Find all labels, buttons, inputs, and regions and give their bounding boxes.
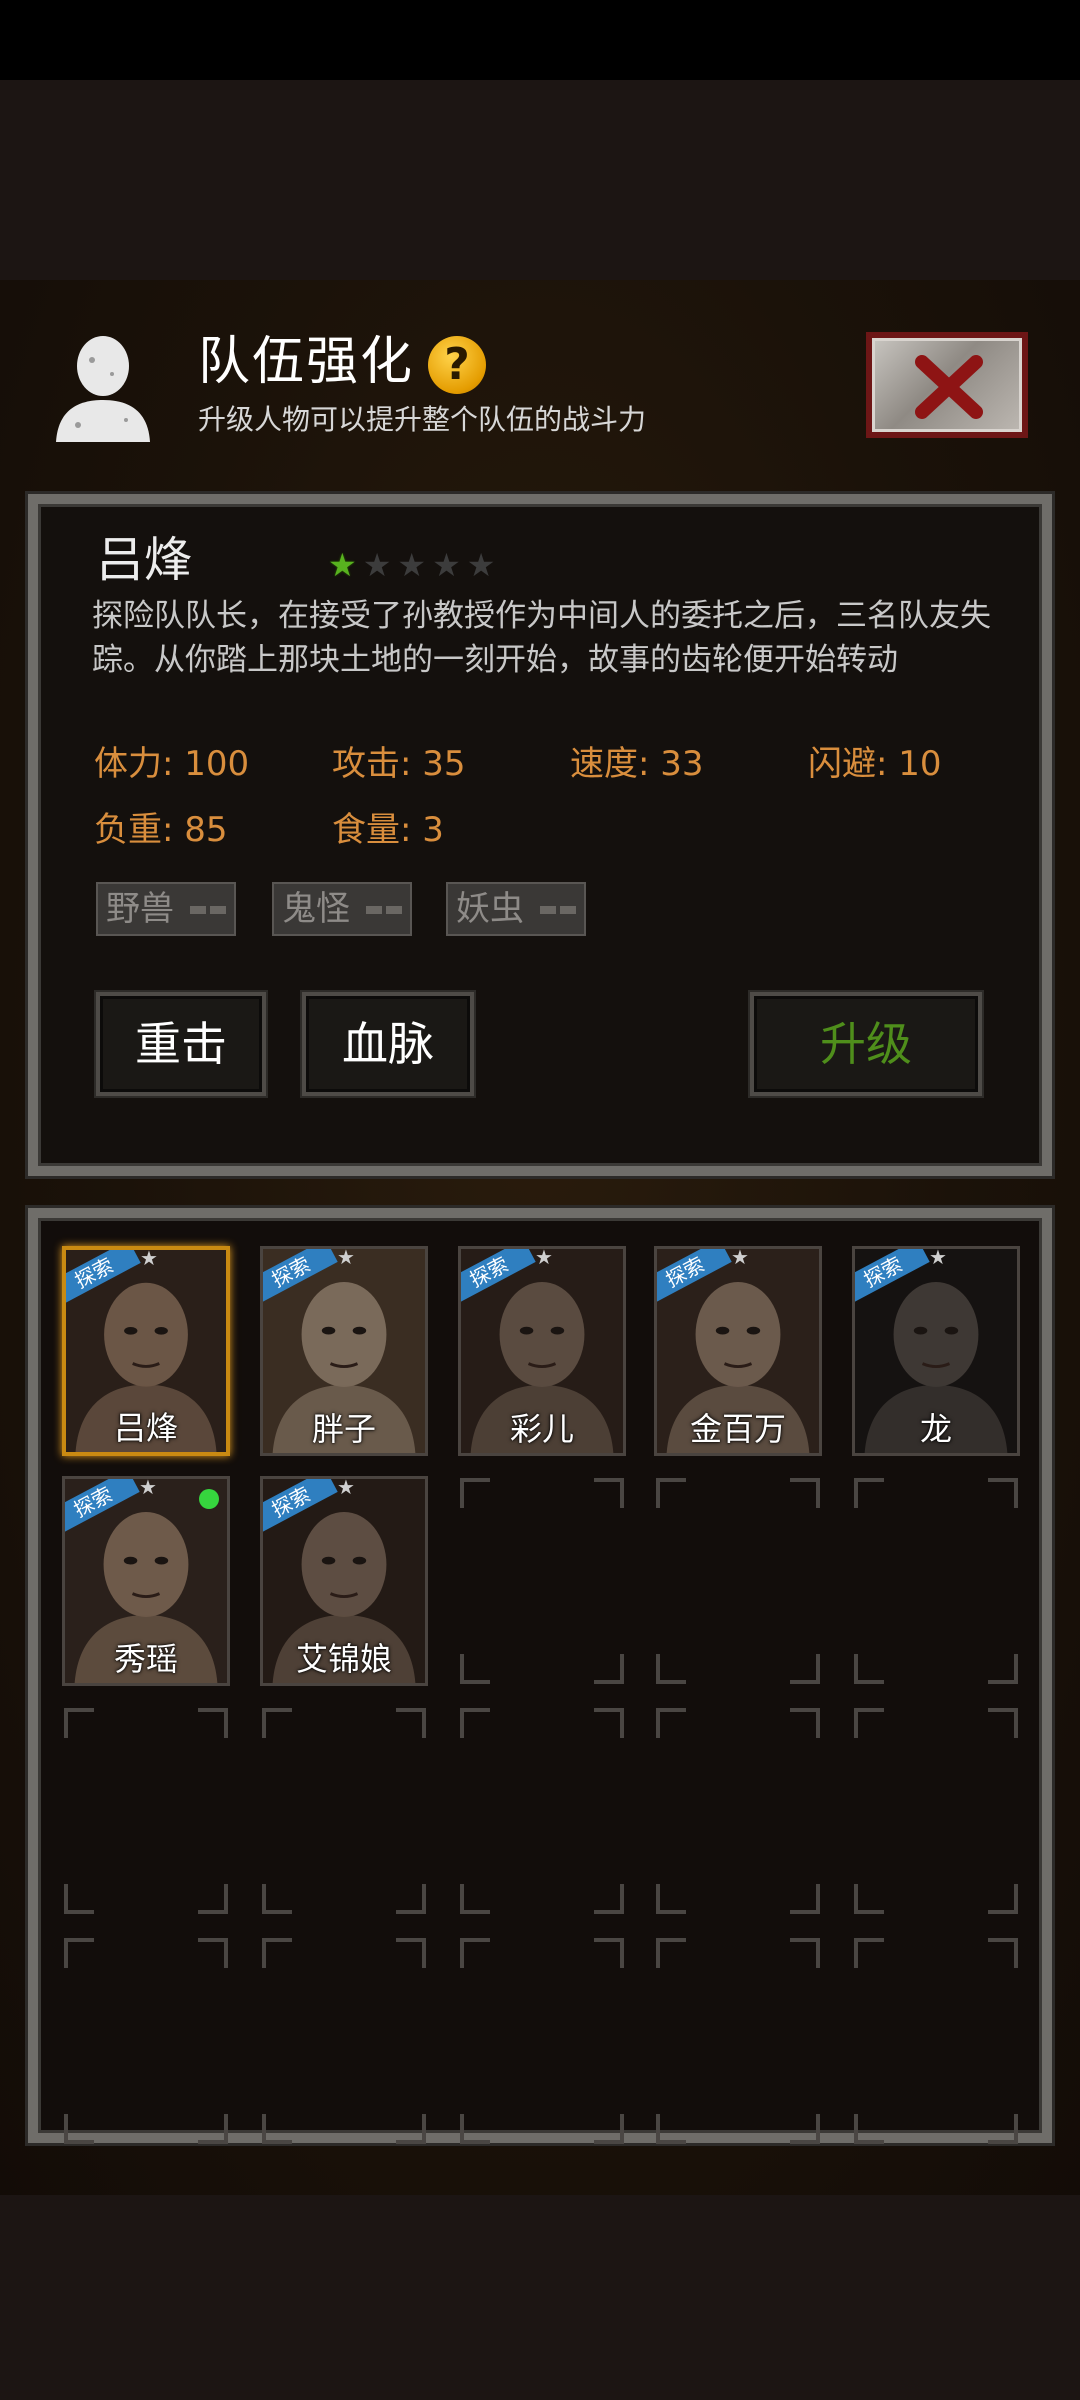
close-button[interactable] — [866, 332, 1028, 438]
roster-card-name: 秀瑶 — [113, 1640, 178, 1678]
star-icon: ★ — [362, 546, 392, 584]
star-icon: ★ — [929, 1246, 947, 1269]
skill-bloodline-button[interactable]: 血脉 — [302, 992, 474, 1096]
roster-card[interactable]: 探索 ★ 艾锦娘 — [260, 1476, 428, 1686]
stat-attack: 攻击: 35 — [332, 744, 466, 784]
new-indicator-dot — [199, 1489, 219, 1509]
empty-roster-slot — [260, 1706, 428, 1916]
bottom-backdrop — [0, 2195, 1080, 2400]
empty-roster-slot — [654, 1706, 822, 1916]
page-subtitle: 升级人物可以提升整个队伍的战斗力 — [198, 403, 647, 436]
tag-beast: 野兽 — [96, 882, 236, 936]
empty-roster-slot — [62, 1936, 230, 2146]
tag-insect: 妖虫 — [446, 882, 586, 936]
star-rating: ★ ★ ★ ★ ★ — [328, 548, 495, 582]
tag-label: 野兽 — [106, 889, 174, 929]
star-icon: ★ — [731, 1246, 749, 1269]
question-icon[interactable]: ? — [428, 336, 486, 394]
star-icon: ★ — [535, 1246, 553, 1269]
empty-roster-slot — [654, 1936, 822, 2146]
tag-ghost: 鬼怪 — [272, 882, 412, 936]
star-icon: ★ — [139, 1476, 157, 1499]
empty-roster-slot — [260, 1936, 428, 2146]
roster-card-name: 龙 — [919, 1410, 952, 1448]
empty-roster-slot — [62, 1706, 230, 1916]
empty-roster-slot — [852, 1936, 1020, 2146]
person-silhouette-icon — [48, 330, 158, 445]
roster-card[interactable]: 探索 ★ 胖子 — [260, 1246, 428, 1456]
roster-card-name: 金百万 — [689, 1410, 786, 1448]
empty-roster-slot — [852, 1476, 1020, 1686]
empty-roster-slot — [458, 1936, 626, 2146]
roster-card[interactable]: 探索 ★ 彩儿 — [458, 1246, 626, 1456]
stat-food: 食量: 3 — [332, 810, 444, 850]
star-icon: ★ — [337, 1476, 355, 1499]
star-icon: ★ — [140, 1246, 158, 1270]
character-name: 吕烽 — [96, 532, 193, 588]
page-title: 队伍强化 — [198, 332, 415, 392]
empty-roster-slot — [458, 1476, 626, 1686]
stat-load: 负重: 85 — [94, 810, 228, 850]
roster-card[interactable]: 探索 ★ 吕烽 — [62, 1246, 230, 1456]
roster-card[interactable]: 探索 ★ 金百万 — [654, 1246, 822, 1456]
empty-roster-slot — [458, 1706, 626, 1916]
upgrade-button[interactable]: 升级 — [750, 992, 982, 1096]
roster-card-name: 艾锦娘 — [295, 1640, 392, 1678]
star-icon: ★ — [432, 546, 461, 584]
close-icon — [915, 355, 983, 419]
roster-card[interactable]: 探索 ★ 秀瑶 — [62, 1476, 230, 1686]
star-icon: ★ — [328, 546, 357, 584]
character-description: 探险队队长，在接受了孙教授作为中间人的委托之后，三名队友失踪。从你踏上那块土地的… — [92, 598, 991, 678]
empty-roster-slot — [654, 1476, 822, 1686]
roster-card[interactable]: 探索 ★ 龙 — [852, 1246, 1020, 1456]
empty-roster-slot — [852, 1706, 1020, 1916]
roster-card-name: 彩儿 — [509, 1410, 574, 1448]
stat-dodge: 闪避: 10 — [808, 744, 942, 784]
status-bar — [0, 0, 1080, 80]
roster-card-name: 吕烽 — [113, 1409, 178, 1447]
roster-card-name: 胖子 — [311, 1410, 376, 1448]
tag-label: 鬼怪 — [282, 889, 350, 929]
skill-heavy-strike-button[interactable]: 重击 — [96, 992, 266, 1096]
star-icon: ★ — [397, 546, 427, 584]
stat-hp: 体力: 100 — [94, 744, 250, 784]
top-backdrop — [0, 80, 1080, 280]
tag-label: 妖虫 — [456, 889, 524, 929]
star-icon: ★ — [337, 1246, 355, 1269]
star-icon: ★ — [466, 546, 496, 584]
stat-speed: 速度: 33 — [570, 744, 704, 784]
